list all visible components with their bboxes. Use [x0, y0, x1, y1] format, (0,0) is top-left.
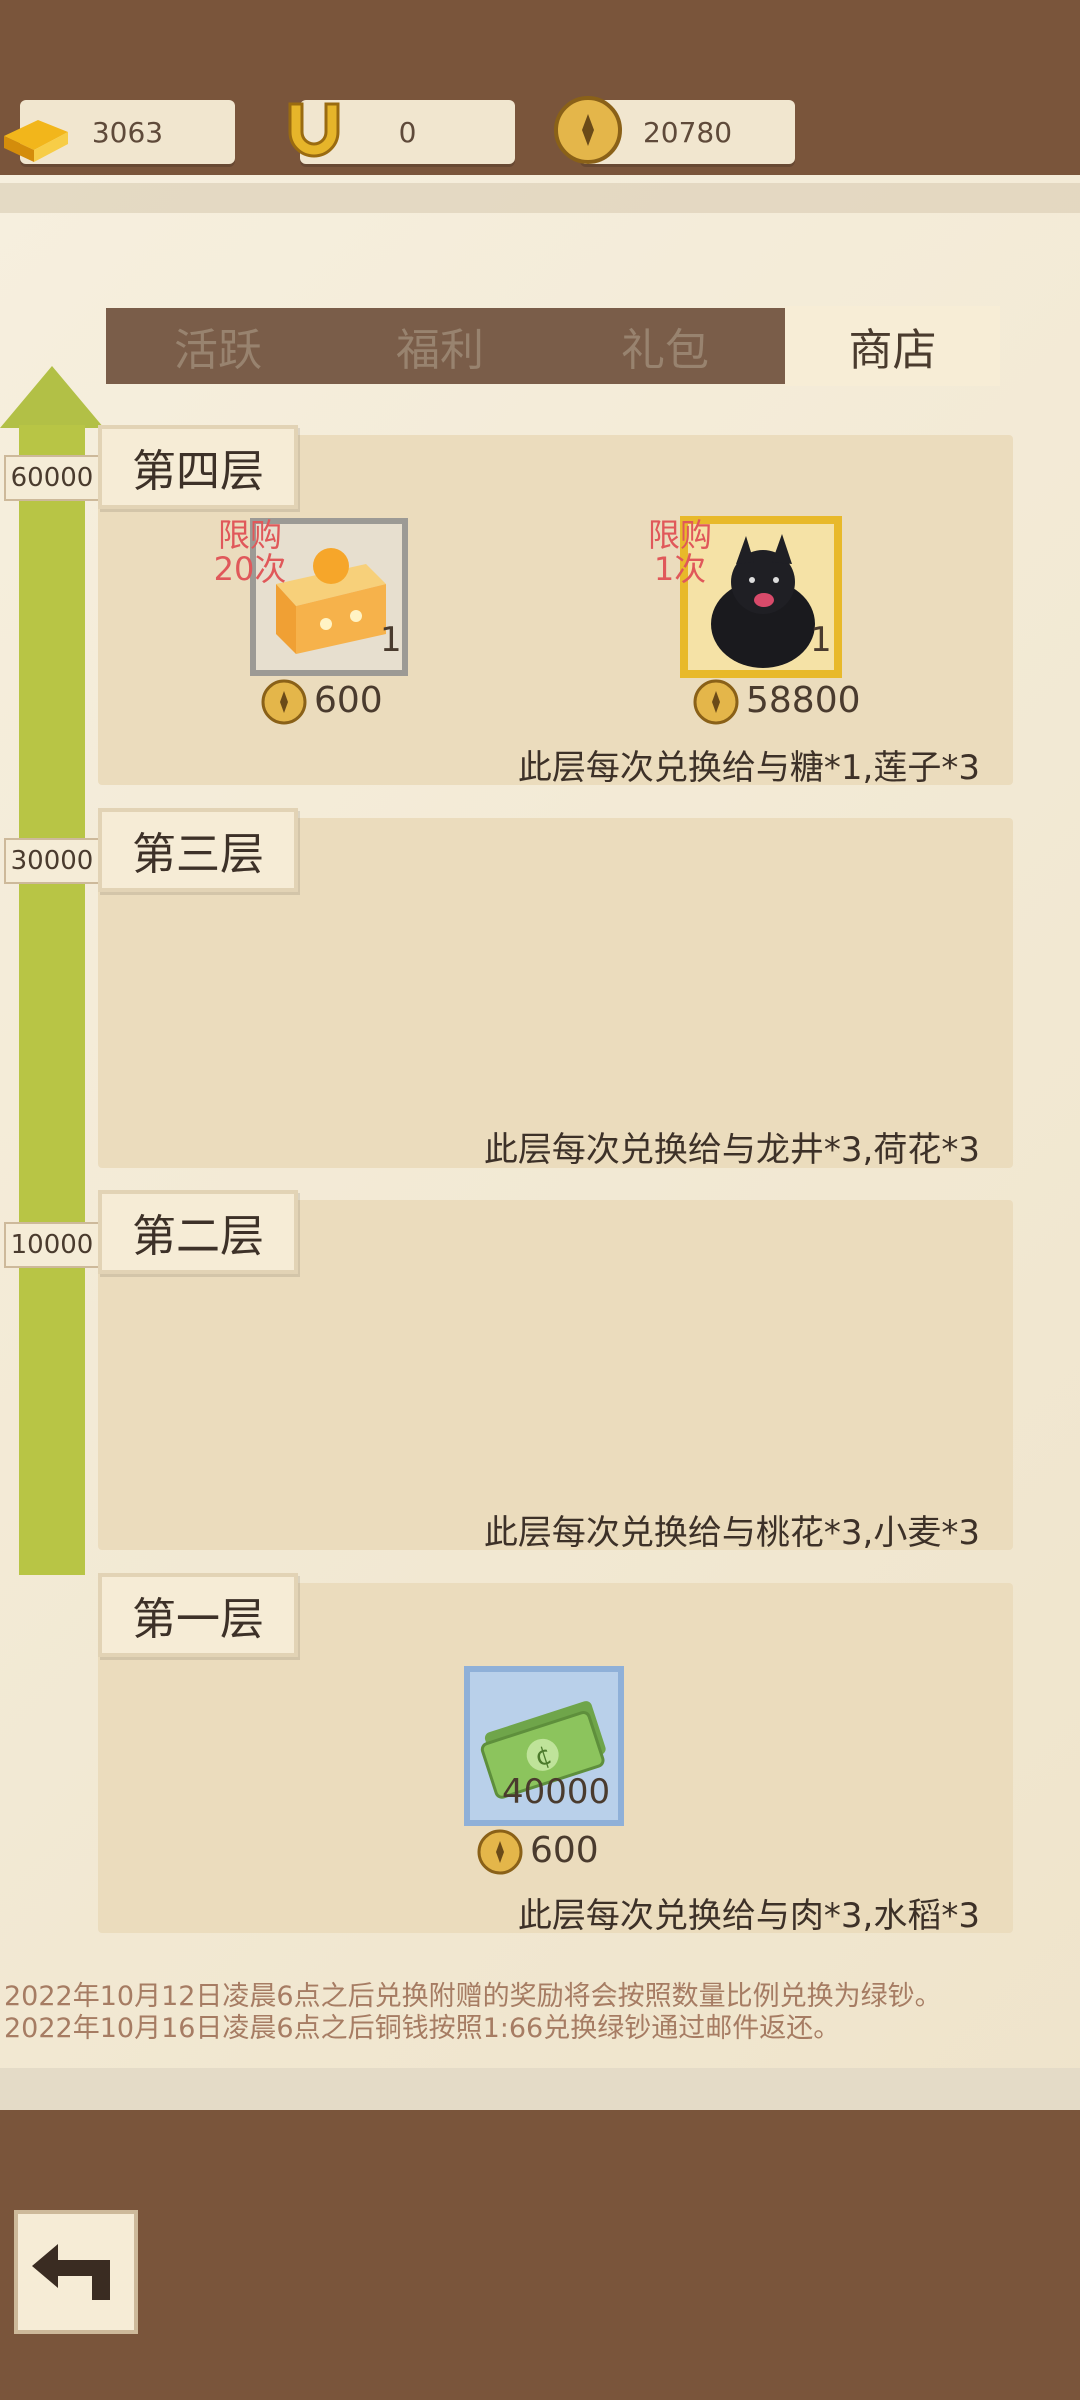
limit-line1: 限购	[217, 516, 282, 554]
layer-1-title: 第一层	[98, 1573, 298, 1657]
tab-welfare[interactable]: 福利	[340, 308, 540, 384]
progress-label-text: 10000	[10, 1230, 94, 1260]
limit-line2: 20次	[213, 550, 287, 588]
progress-label-60000: 60000	[4, 455, 100, 501]
layer-4-note: 此层每次兑换给与糖*1,莲子*3	[517, 748, 980, 788]
tab-shop[interactable]: 商店	[785, 306, 1000, 386]
layer-title-text: 第一层	[132, 1594, 264, 1645]
tab-gift[interactable]: 礼包	[565, 308, 765, 384]
layer-3-note: 此层每次兑换给与龙井*3,荷花*3	[483, 1130, 980, 1170]
layer-3-title: 第三层	[98, 808, 298, 892]
gold-bar-icon	[0, 92, 74, 168]
copper-coin-icon	[692, 678, 740, 726]
item-price: 600	[530, 1830, 599, 1871]
copper-coin-icon	[476, 1828, 524, 1876]
layer-2-title: 第二层	[98, 1190, 298, 1274]
progress-label-10000: 10000	[4, 1222, 100, 1268]
layer-title-text: 第三层	[132, 829, 264, 880]
layer-title-text: 第四层	[132, 446, 264, 497]
item-quantity: 1	[380, 620, 402, 660]
panel-top-divider	[0, 183, 1080, 213]
progress-label-text: 30000	[10, 846, 94, 876]
copper-coin-icon	[550, 92, 626, 168]
limit-line2: 1次	[653, 550, 707, 588]
tab-label: 商店	[848, 325, 937, 376]
footnote-line-2: 2022年10月16日凌晨6点之后铜钱按照1:66兑换绿钞通过邮件返还。	[4, 2013, 841, 2044]
horseshoe-value: 0	[398, 115, 417, 149]
progress-label-text: 60000	[10, 463, 94, 493]
horseshoe-icon	[276, 92, 352, 168]
layer-4-title: 第四层	[98, 425, 298, 509]
progress-arrow-head	[0, 366, 104, 428]
item-price: 58800	[746, 680, 861, 721]
gold-value: 3063	[91, 115, 164, 149]
back-arrow-icon	[32, 2244, 110, 2300]
back-button[interactable]	[14, 2210, 138, 2334]
item-quantity: 1	[810, 620, 832, 660]
layer-title-text: 第二层	[132, 1211, 264, 1262]
layer-1-note: 此层每次兑换给与肉*3,水稻*3	[517, 1896, 980, 1936]
tab-active[interactable]: 活跃	[118, 308, 318, 384]
copper-coin-icon	[260, 678, 308, 726]
progress-label-30000: 30000	[4, 838, 100, 884]
item-limit-badge: 限购 20次	[198, 518, 302, 586]
item-price: 600	[314, 680, 383, 721]
tab-label: 福利	[396, 325, 484, 376]
limit-line1: 限购	[647, 516, 712, 554]
progress-bar	[19, 425, 85, 1575]
tab-label: 活跃	[174, 325, 262, 376]
layer-2-note: 此层每次兑换给与桃花*3,小麦*3	[483, 1513, 980, 1553]
item-quantity: 40000	[502, 1772, 611, 1812]
panel-bottom-edge	[0, 2068, 1080, 2110]
item-limit-badge: 限购 1次	[628, 518, 732, 586]
tab-label: 礼包	[621, 325, 709, 376]
coin-value: 20780	[642, 115, 733, 149]
